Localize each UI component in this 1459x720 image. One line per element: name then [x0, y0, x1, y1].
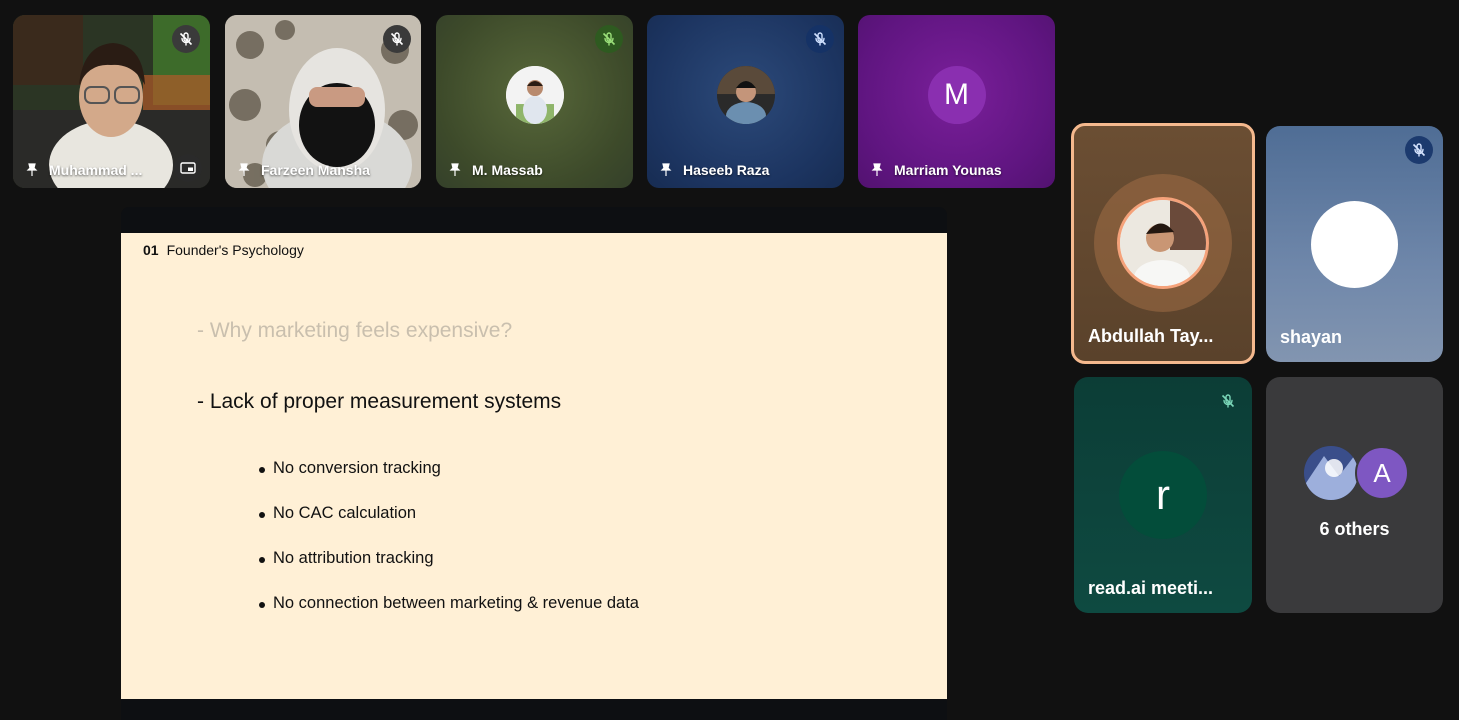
participant-name: Muhammad ... — [25, 162, 142, 178]
meeting-stage: Muhammad ... Farzeen Mansha M. Massab Ha… — [0, 0, 1459, 720]
participant-tile-marriam[interactable]: M Marriam Younas — [858, 15, 1055, 188]
mic-off-icon — [172, 25, 200, 53]
participant-name: M. Massab — [448, 162, 543, 178]
pin-icon[interactable] — [237, 163, 251, 177]
pin-icon[interactable] — [659, 163, 673, 177]
mic-off-icon — [806, 25, 834, 53]
mic-off-icon — [1214, 387, 1242, 415]
participant-tile-massab[interactable]: M. Massab — [436, 15, 633, 188]
pin-icon[interactable] — [25, 163, 39, 177]
slide-bullet-list: No conversion tracking No CAC calculatio… — [259, 459, 639, 639]
participant-name: Marriam Younas — [870, 162, 1002, 178]
avatar — [1304, 446, 1358, 500]
participant-tile-abdullah[interactable]: Abdullah Tay... — [1071, 123, 1255, 364]
picture-in-picture-icon[interactable] — [174, 154, 202, 182]
presentation-slide: 01 Founder's Psychology - Why marketing f… — [121, 233, 947, 699]
list-item: No connection between marketing & revenu… — [259, 594, 639, 639]
participant-name: shayan — [1280, 327, 1343, 347]
participant-tile-shayan[interactable]: shayan — [1266, 126, 1443, 362]
avatar: A — [1355, 446, 1409, 500]
mic-off-icon — [1405, 136, 1433, 164]
avatar — [505, 65, 564, 124]
list-item: No attribution tracking — [259, 549, 639, 594]
presentation-frame: 01 Founder's Psychology - Why marketing f… — [121, 207, 947, 720]
participant-name: Abdullah Tay... — [1088, 326, 1214, 346]
participant-tile-readai[interactable]: r read.ai meeti... — [1074, 377, 1252, 613]
participant-name: Haseeb Raza — [659, 162, 769, 178]
avatar — [1117, 197, 1209, 289]
pin-icon[interactable] — [448, 163, 462, 177]
slide-heading: - Lack of proper measurement systems — [197, 390, 562, 413]
participant-tile-haseeb[interactable]: Haseeb Raza — [647, 15, 844, 188]
participant-tile-muhammad[interactable]: Muhammad ... — [13, 15, 210, 188]
slide-section-label: 01 Founder's Psychology — [143, 242, 304, 258]
avatar — [716, 65, 775, 124]
avatar: M — [927, 65, 986, 124]
avatar: r — [1119, 451, 1207, 539]
pin-icon[interactable] — [870, 163, 884, 177]
participant-name: read.ai meeti... — [1088, 578, 1214, 598]
mic-off-icon — [383, 25, 411, 53]
participant-name: Farzeen Mansha — [237, 162, 370, 178]
mic-off-icon — [595, 25, 623, 53]
participant-tile-farzeen[interactable]: Farzeen Mansha — [225, 15, 421, 188]
list-item: No CAC calculation — [259, 504, 639, 549]
slide-faded-line: - Why marketing feels expensive? — [197, 319, 513, 342]
others-count-label: 6 others — [1319, 519, 1390, 539]
others-tile[interactable]: A 6 others — [1266, 377, 1443, 613]
avatar — [1311, 201, 1398, 288]
list-item: No conversion tracking — [259, 459, 639, 504]
